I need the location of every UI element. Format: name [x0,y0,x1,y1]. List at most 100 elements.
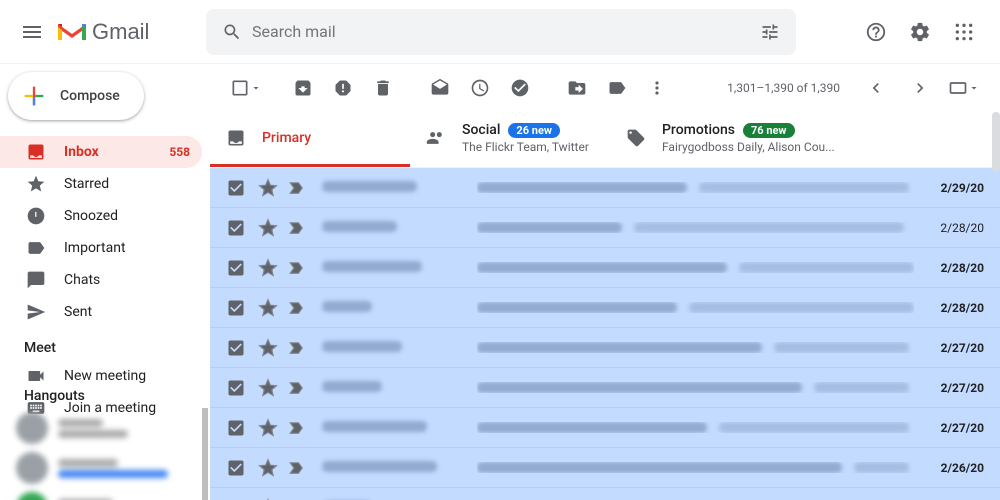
search-options-icon[interactable] [750,12,790,52]
sidebar-item-chats[interactable]: Chats [0,264,202,296]
row-checkbox[interactable] [226,218,246,238]
category-tabs: Primary Social26 new The Flickr Team, Tw… [210,112,1000,168]
important-icon[interactable] [288,339,308,357]
star-icon[interactable] [258,178,278,198]
row-checkbox[interactable] [226,458,246,478]
date: 2/27/20 [914,421,984,435]
email-row[interactable]: 2/29/20 [210,168,1000,208]
settings-icon[interactable] [900,12,940,52]
add-task-icon[interactable] [500,68,540,108]
hangouts-title: Hangouts [0,376,210,408]
email-row[interactable]: 2/28/20 [210,208,1000,248]
apps-icon[interactable] [944,12,984,52]
subject [477,342,914,353]
content: 1,301–1,390 of 1,390 Primary Social26 ne… [210,64,1000,500]
main: Compose Inbox558StarredSnoozedImportantC… [0,64,1000,500]
subject [477,182,914,193]
hangouts-contact[interactable] [0,408,202,448]
meet-title: Meet [0,328,210,360]
subject [477,422,914,433]
sender [322,300,477,316]
hangouts-contact[interactable] [0,488,202,500]
input-tools-icon[interactable] [944,68,984,108]
subject [477,222,914,233]
email-row[interactable]: 2/27/20 [210,368,1000,408]
hangouts-contact[interactable] [0,448,202,488]
search-bar[interactable] [206,9,796,55]
more-icon[interactable] [637,68,677,108]
important-icon[interactable] [288,459,308,477]
spam-icon[interactable] [323,68,363,108]
compose-button[interactable]: Compose [8,72,144,120]
row-checkbox[interactable] [226,298,246,318]
important-icon[interactable] [288,179,308,197]
archive-icon[interactable] [283,68,323,108]
delete-icon[interactable] [363,68,403,108]
header: Gmail [0,0,1000,64]
move-icon[interactable] [557,68,597,108]
row-checkbox[interactable] [226,178,246,198]
search-icon[interactable] [212,12,252,52]
star-icon[interactable] [258,458,278,478]
sender [322,220,477,236]
row-checkbox[interactable] [226,338,246,358]
search-input[interactable] [252,22,750,41]
subject [477,462,914,473]
email-row[interactable]: 2/28/20 [210,248,1000,288]
tab-primary[interactable]: Primary [210,112,410,167]
date: 2/29/20 [914,181,984,195]
main-menu-icon[interactable] [8,8,56,56]
mark-read-icon[interactable] [420,68,460,108]
row-checkbox[interactable] [226,258,246,278]
select-checkbox[interactable] [226,68,266,108]
nav-icon [26,206,46,226]
star-icon[interactable] [258,378,278,398]
date: 2/26/20 [914,461,984,475]
row-checkbox[interactable] [226,418,246,438]
important-icon[interactable] [288,299,308,317]
subject [477,262,914,273]
star-icon[interactable] [258,418,278,438]
email-row[interactable]: 2/27/20 [210,408,1000,448]
header-actions [856,12,992,52]
scrollbar[interactable] [992,112,1000,172]
tab-promotions[interactable]: Promotions76 new Fairygodboss Daily, Ali… [610,112,851,167]
row-checkbox[interactable] [226,378,246,398]
star-icon[interactable] [258,258,278,278]
important-icon[interactable] [288,419,308,437]
important-icon[interactable] [288,219,308,237]
subject [477,302,914,313]
support-icon[interactable] [856,12,896,52]
important-icon[interactable] [288,379,308,397]
sidebar-item-snoozed[interactable]: Snoozed [0,200,202,232]
important-icon[interactable] [288,259,308,277]
sidebar-item-important[interactable]: Important [0,232,202,264]
subject [477,382,914,393]
nav-icon [26,142,46,162]
prev-page-icon[interactable] [856,68,896,108]
email-row[interactable]: 2/26/20 [210,488,1000,500]
sidebar-item-starred[interactable]: Starred [0,168,202,200]
gmail-logo[interactable]: Gmail [56,19,206,45]
tab-social[interactable]: Social26 new The Flickr Team, Twitter [410,112,610,167]
nav-icon [26,174,46,194]
next-page-icon[interactable] [900,68,940,108]
sender [322,420,477,436]
date: 2/27/20 [914,341,984,355]
star-icon[interactable] [258,338,278,358]
sidebar-item-sent[interactable]: Sent [0,296,202,328]
hangouts-section: Hangouts [0,376,210,500]
star-icon[interactable] [258,218,278,238]
nav-list: Inbox558StarredSnoozedImportantChatsSent [0,136,210,328]
social-badge: 26 new [508,123,560,138]
sender [322,340,477,356]
snooze-icon[interactable] [460,68,500,108]
date: 2/28/20 [914,221,984,235]
email-row[interactable]: 2/27/20 [210,328,1000,368]
sidebar-item-inbox[interactable]: Inbox558 [0,136,202,168]
labels-icon[interactable] [597,68,637,108]
nav-icon [26,302,46,322]
email-row[interactable]: 2/26/20 [210,448,1000,488]
star-icon[interactable] [258,298,278,318]
email-row[interactable]: 2/28/20 [210,288,1000,328]
